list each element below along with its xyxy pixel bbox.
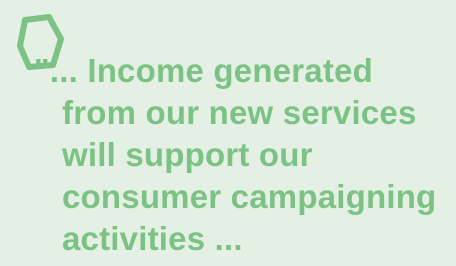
quote-line-5: activities ...: [62, 220, 243, 257]
quote-line-4: consumer campaigning: [62, 178, 437, 215]
quote-text: "... Income generated from our new servi…: [34, 50, 444, 260]
quote-line-3: will support our: [62, 136, 313, 173]
quote-card: "... Income generated from our new servi…: [0, 0, 456, 266]
quote-line-1: "... Income generated: [34, 52, 373, 89]
quote-line-2: from our new services: [62, 94, 417, 131]
